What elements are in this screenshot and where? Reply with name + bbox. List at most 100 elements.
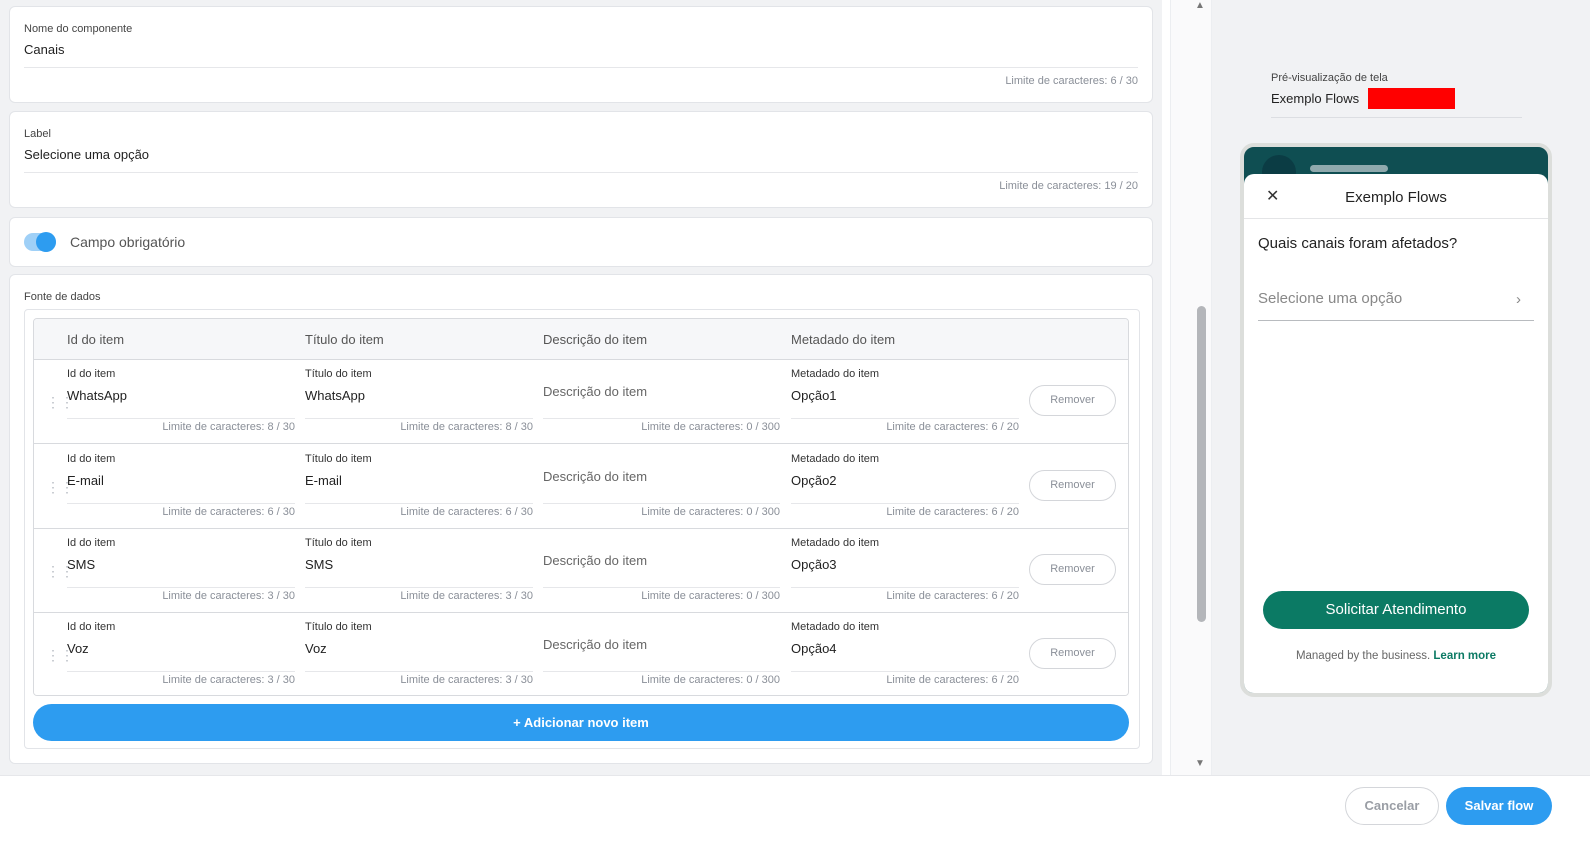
drag-handle-icon[interactable]: ⋮⋮: [46, 394, 74, 410]
title-input[interactable]: WhatsApp: [305, 388, 365, 403]
char-limit: Limite de caracteres: 3 / 30: [162, 674, 295, 686]
metadata-cell: Metadado do item Opção3 Limite de caract…: [791, 529, 1019, 613]
data-source-card: Fonte de dados Id do item Título do item…: [9, 274, 1153, 764]
save-flow-button[interactable]: Salvar flow: [1446, 787, 1552, 825]
char-limit: Limite de caracteres: 0 / 300: [641, 506, 780, 518]
editor-panel: Nome do componente Canais Limite de cara…: [0, 0, 1162, 775]
char-limit: Limite de caracteres: 3 / 30: [400, 590, 533, 602]
component-name-card: Nome do componente Canais Limite de cara…: [9, 6, 1153, 103]
id-input[interactable]: E-mail: [67, 473, 104, 488]
drag-handle-icon[interactable]: ⋮⋮: [46, 479, 74, 495]
cell-underline: [543, 587, 780, 588]
scrollbar[interactable]: ▲ ▼: [1170, 0, 1212, 775]
char-limit: Limite de caracteres: 19 / 20: [999, 180, 1138, 192]
footer-text: Managed by the business.: [1295, 650, 1431, 662]
required-toggle[interactable]: [24, 232, 56, 252]
learn-more-link[interactable]: Learn more: [1433, 650, 1496, 662]
preview-divider: [1271, 117, 1522, 118]
char-limit: Limite de caracteres: 6 / 20: [886, 590, 1019, 602]
metadata-input[interactable]: Opção4: [791, 641, 837, 656]
cell-underline: [543, 418, 780, 419]
required-card: Campo obrigatório: [9, 217, 1153, 267]
header-title: Título do item: [305, 332, 384, 347]
char-limit: Limite de caracteres: 3 / 30: [162, 590, 295, 602]
add-item-button[interactable]: + Adicionar novo item: [33, 704, 1129, 741]
redaction-box: [1368, 88, 1455, 109]
drag-handle-icon[interactable]: ⋮⋮: [46, 563, 74, 579]
cell-underline: [791, 671, 1019, 672]
cell-label: Metadado do item: [791, 453, 880, 465]
title-input[interactable]: E-mail: [305, 473, 342, 488]
field-underline: [24, 67, 1138, 68]
description-input[interactable]: Descrição do item: [543, 637, 647, 652]
scroll-down-icon[interactable]: ▼: [1195, 758, 1205, 769]
title-input[interactable]: SMS: [305, 557, 333, 572]
char-limit: Limite de caracteres: 6 / 20: [886, 421, 1019, 433]
field-underline: [24, 172, 1138, 173]
cta-button[interactable]: Solicitar Atendimento: [1263, 591, 1529, 629]
cell-underline: [67, 418, 295, 419]
metadata-cell: Metadado do item Opção1 Limite de caract…: [791, 360, 1019, 444]
cancel-button[interactable]: Cancelar: [1345, 787, 1439, 825]
scroll-up-icon[interactable]: ▲: [1195, 0, 1205, 11]
char-limit: Limite de caracteres: 0 / 300: [641, 674, 780, 686]
drag-handle-icon[interactable]: ⋮⋮: [46, 647, 74, 663]
description-cell: Descrição do item Limite de caracteres: …: [543, 529, 780, 613]
data-source-title: Fonte de dados: [24, 291, 101, 303]
table-header: Id do item Título do item Descrição do i…: [34, 319, 1128, 360]
header-description: Descrição do item: [543, 332, 648, 347]
phone-preview: ✕ Exemplo Flows Quais canais foram afeta…: [1240, 143, 1552, 697]
title-input[interactable]: Voz: [305, 641, 327, 656]
description-input[interactable]: Descrição do item: [543, 384, 647, 399]
sheet-footer: Managed by the business. Learn more: [1244, 650, 1548, 662]
cell-underline: [67, 671, 295, 672]
cell-underline: [543, 671, 780, 672]
label-input[interactable]: Selecione uma opção: [24, 147, 149, 162]
toggle-knob: [36, 232, 56, 252]
id-cell: Id do item Voz Limite de caracteres: 3 /…: [67, 613, 295, 695]
remove-button[interactable]: Remover: [1029, 638, 1116, 669]
cell-label: Id do item: [67, 453, 116, 465]
option-select[interactable]: Selecione uma opção: [1258, 290, 1402, 307]
cell-label: Id do item: [67, 621, 116, 633]
remove-button[interactable]: Remover: [1029, 554, 1116, 585]
component-name-input[interactable]: Canais: [24, 42, 64, 57]
char-limit: Limite de caracteres: 0 / 300: [641, 590, 780, 602]
metadata-cell: Metadado do item Opção2 Limite de caract…: [791, 445, 1019, 529]
cell-label: Metadado do item: [791, 368, 880, 380]
metadata-input[interactable]: Opção3: [791, 557, 837, 572]
sheet-divider: [1244, 218, 1548, 219]
cell-label: Título do item: [305, 453, 372, 465]
table-row: ⋮⋮ Id do item E-mail Limite de caractere…: [34, 445, 1128, 529]
description-input[interactable]: Descrição do item: [543, 553, 647, 568]
cell-label: Título do item: [305, 368, 372, 380]
title-cell: Título do item WhatsApp Limite de caract…: [305, 360, 533, 444]
cell-label: Metadado do item: [791, 621, 880, 633]
remove-button[interactable]: Remover: [1029, 470, 1116, 501]
cell-underline: [791, 587, 1019, 588]
char-limit: Limite de caracteres: 6 / 30: [162, 506, 295, 518]
metadata-input[interactable]: Opção1: [791, 388, 837, 403]
cell-underline: [67, 503, 295, 504]
flow-sheet: ✕ Exemplo Flows Quais canais foram afeta…: [1244, 174, 1548, 693]
select-underline: [1258, 320, 1534, 321]
description-input[interactable]: Descrição do item: [543, 469, 647, 484]
id-input[interactable]: Voz: [67, 641, 89, 656]
id-cell: Id do item WhatsApp Limite de caracteres…: [67, 360, 295, 444]
id-input[interactable]: WhatsApp: [67, 388, 127, 403]
items-table: Id do item Título do item Descrição do i…: [33, 318, 1129, 696]
table-row: ⋮⋮ Id do item Voz Limite de caracteres: …: [34, 613, 1128, 695]
char-limit: Limite de caracteres: 0 / 300: [641, 421, 780, 433]
required-label: Campo obrigatório: [70, 234, 186, 250]
preview-flow-name: Exemplo Flows: [1271, 91, 1360, 106]
remove-button[interactable]: Remover: [1029, 385, 1116, 416]
title-cell: Título do item E-mail Limite de caracter…: [305, 445, 533, 529]
id-input[interactable]: SMS: [67, 557, 95, 572]
header-id: Id do item: [67, 332, 125, 347]
scrollbar-thumb[interactable]: [1197, 306, 1206, 622]
cell-underline: [543, 503, 780, 504]
metadata-input[interactable]: Opção2: [791, 473, 837, 488]
field-label: Nome do componente: [24, 23, 133, 35]
contact-name-placeholder: [1310, 165, 1388, 172]
id-cell: Id do item SMS Limite de caracteres: 3 /…: [67, 529, 295, 613]
